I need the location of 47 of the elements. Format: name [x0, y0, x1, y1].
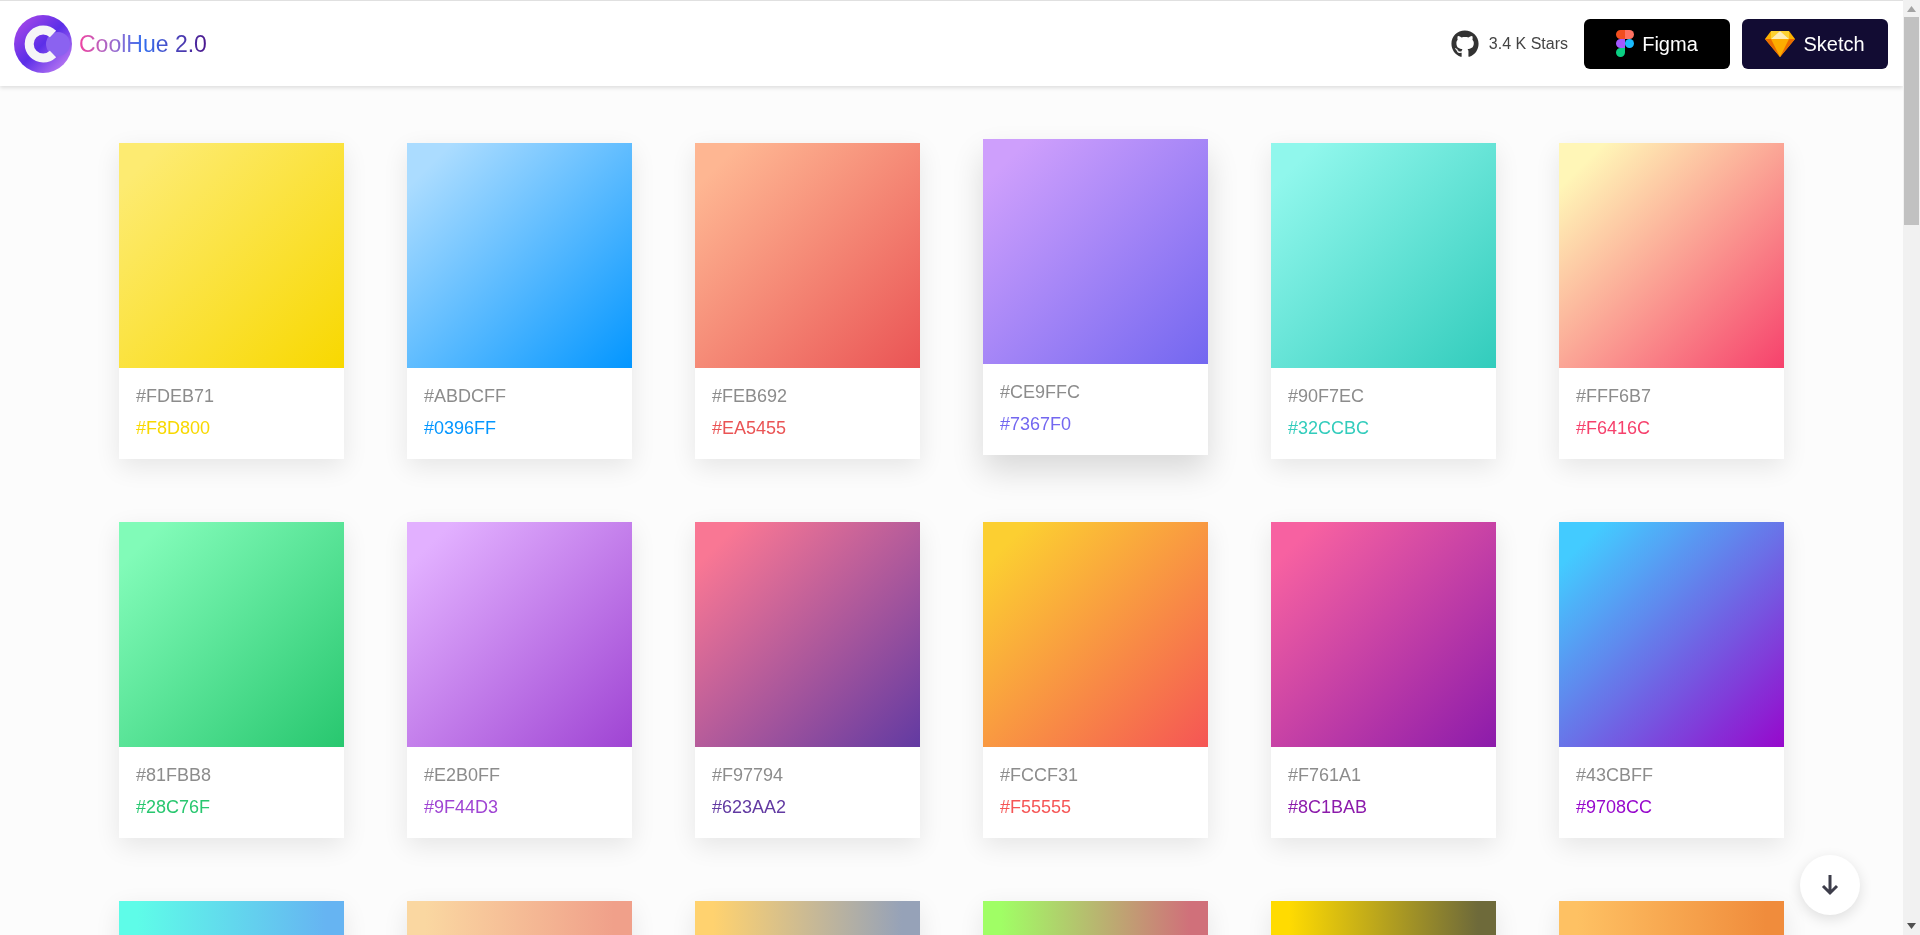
sketch-button[interactable]: Sketch [1742, 18, 1888, 69]
palette-card[interactable]: #ABDCFF #0396FF [407, 143, 632, 459]
stars-count: 3.4 K Stars [1488, 33, 1568, 54]
figma-logo-icon [1616, 30, 1635, 57]
scrollbar[interactable] [1903, 0, 1920, 935]
start-color-code[interactable]: #FDEB71 [136, 383, 344, 409]
end-color-code[interactable]: #0396FF [424, 415, 632, 441]
palette-card[interactable]: #F761A1 #8C1BAB [1271, 522, 1496, 838]
start-color-code[interactable]: #E2B0FF [424, 762, 632, 788]
end-color-code[interactable]: #9F44D3 [424, 794, 632, 820]
palette-card[interactable]: #CE9FFC #7367F0 [983, 139, 1208, 455]
end-color-code[interactable]: #EA5455 [712, 415, 920, 441]
palette-card[interactable]: #FFF6B7 #F6416C [1559, 143, 1784, 459]
end-color-code[interactable]: #F55555 [1000, 794, 1208, 820]
start-color-code[interactable]: #FFF6B7 [1576, 383, 1784, 409]
end-color-code[interactable]: #28C76F [136, 794, 344, 820]
start-color-code[interactable]: #CE9FFC [1000, 379, 1208, 405]
palette-card[interactable]: #E2B0FF #9F44D3 [407, 522, 632, 838]
end-color-code[interactable]: #623AA2 [712, 794, 920, 820]
end-color-code[interactable]: #9708CC [1576, 794, 1784, 820]
end-color-code[interactable]: #32CCBC [1288, 415, 1496, 441]
start-color-code[interactable]: #F97794 [712, 762, 920, 788]
down-arrow-icon [1821, 874, 1839, 896]
palette-card[interactable]: #F97794 #623AA2 [695, 522, 920, 838]
end-color-code[interactable]: #8C1BAB [1288, 794, 1496, 820]
end-color-code[interactable]: #7367F0 [1000, 411, 1208, 437]
start-color-code[interactable]: #43CBFF [1576, 762, 1784, 788]
github-icon[interactable] [1450, 29, 1479, 58]
palette-card[interactable]: #FCCF31 #F55555 [983, 522, 1208, 838]
start-color-code[interactable]: #ABDCFF [424, 383, 632, 409]
diamond-icon [1765, 30, 1796, 57]
logo-icon [13, 13, 73, 74]
end-color-code[interactable]: #F6416C [1576, 415, 1784, 441]
start-color-code[interactable]: #FCCF31 [1000, 762, 1208, 788]
start-color-code[interactable]: #90F7EC [1288, 383, 1496, 409]
figma-button[interactable]: Figma [1584, 18, 1730, 69]
start-color-code[interactable]: #81FBB8 [136, 762, 344, 788]
palette-card[interactable]: #43CBFF #9708CC [1559, 522, 1784, 838]
scroll-down-arrow-icon[interactable] [1907, 923, 1916, 929]
palette-card[interactable]: #90F7EC #32CCBC [1271, 143, 1496, 459]
start-color-code[interactable]: #FEB692 [712, 383, 920, 409]
palette-card[interactable]: #FEB692 #EA5455 [695, 143, 920, 459]
palette-card[interactable]: #81FBB8 #28C76F [119, 522, 344, 838]
start-color-code[interactable]: #F761A1 [1288, 762, 1496, 788]
scroll-up-arrow-icon[interactable] [1907, 6, 1916, 12]
palette-card[interactable]: #FDEB71 #F8D800 [119, 143, 344, 459]
scrollbar-thumb[interactable] [1904, 17, 1919, 225]
